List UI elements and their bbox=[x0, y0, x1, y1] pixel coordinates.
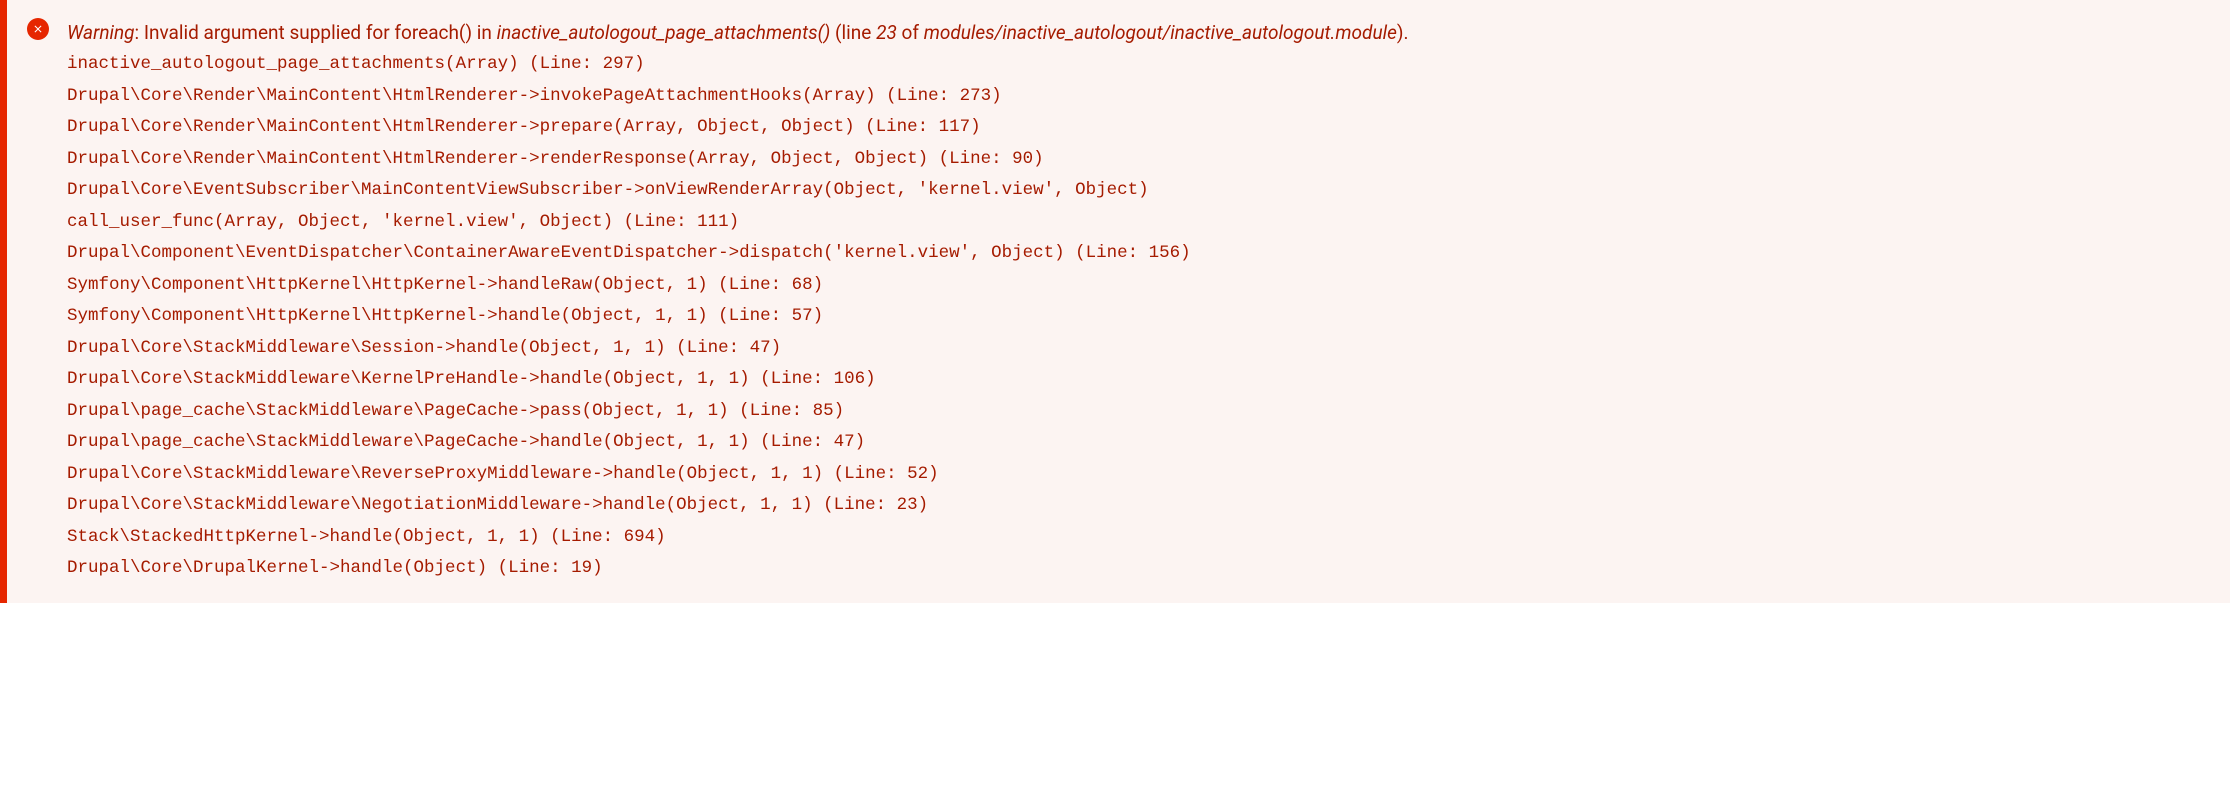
warning-function: inactive_autologout_page_attachments() bbox=[497, 21, 831, 44]
close-x-icon bbox=[32, 23, 44, 35]
warning-of: of bbox=[897, 21, 924, 44]
warning-closing: ). bbox=[1397, 21, 1409, 44]
warning-line-prefix: (line bbox=[830, 21, 876, 44]
warning-text: : Invalid argument supplied for foreach(… bbox=[135, 21, 497, 44]
warning-summary: Warning: Invalid argument supplied for f… bbox=[67, 18, 2206, 47]
error-message: Warning: Invalid argument supplied for f… bbox=[0, 0, 2230, 603]
stack-trace: inactive_autologout_page_attachments(Arr… bbox=[67, 49, 2206, 585]
warning-file: modules/inactive_autologout/inactive_aut… bbox=[924, 21, 1397, 44]
warning-line-number: 23 bbox=[876, 21, 897, 44]
message-body: Warning: Invalid argument supplied for f… bbox=[67, 18, 2206, 585]
warning-level: Warning bbox=[67, 21, 135, 44]
error-icon bbox=[27, 18, 49, 40]
